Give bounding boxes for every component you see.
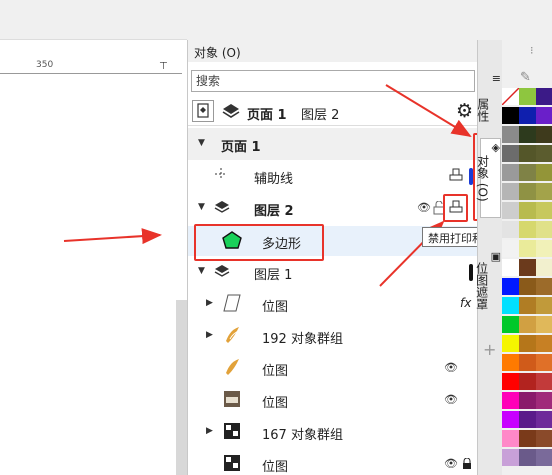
color-swatch[interactable] [519, 316, 536, 333]
color-swatch[interactable] [502, 221, 519, 238]
color-swatch[interactable] [519, 240, 536, 257]
color-swatch[interactable] [502, 449, 519, 466]
color-swatch[interactable] [519, 202, 536, 219]
color-swatch[interactable] [519, 183, 536, 200]
color-swatch[interactable] [536, 297, 552, 314]
color-swatch[interactable] [519, 373, 536, 390]
color-swatch[interactable] [536, 316, 552, 333]
mask-icon: ▣ [490, 250, 501, 263]
color-swatch[interactable] [502, 183, 519, 200]
color-swatch[interactable] [519, 430, 536, 447]
color-swatch[interactable] [502, 126, 519, 143]
color-swatch[interactable] [536, 278, 552, 295]
color-swatch[interactable] [536, 240, 552, 257]
color-swatch[interactable] [536, 107, 552, 124]
color-swatch[interactable] [502, 392, 519, 409]
color-swatch[interactable] [502, 164, 519, 181]
color-swatch[interactable] [502, 430, 519, 447]
color-swatch[interactable] [519, 392, 536, 409]
color-swatch[interactable] [536, 221, 552, 238]
eyedropper-icon[interactable]: ✎ [520, 70, 531, 85]
color-swatch[interactable] [536, 430, 552, 447]
color-swatch[interactable] [502, 145, 519, 162]
color-swatch[interactable] [519, 411, 536, 428]
add-docker-icon[interactable]: + [483, 340, 496, 359]
color-swatch[interactable] [536, 88, 552, 105]
app-window: 350 ⊤ 对象 (O) 页面 1 图层 2 ⚙ [0, 0, 552, 475]
color-swatch[interactable] [519, 297, 536, 314]
color-swatch[interactable] [536, 183, 552, 200]
color-swatch[interactable] [502, 107, 519, 124]
color-swatch[interactable] [502, 411, 519, 428]
color-swatch[interactable] [536, 335, 552, 352]
tab-objects[interactable]: ◈ 对象 (O) [476, 138, 501, 218]
color-swatch[interactable] [502, 240, 519, 257]
color-swatch[interactable] [536, 373, 552, 390]
color-swatch[interactable] [536, 411, 552, 428]
color-swatch[interactable] [519, 335, 536, 352]
layers-icon: ◈ [491, 141, 500, 154]
color-swatch[interactable] [536, 145, 552, 162]
docker-tabs: ≡ 属性 ◈ 对象 (O) ▣ 位图遮罩 [475, 40, 502, 475]
color-swatch[interactable] [502, 297, 519, 314]
color-swatch[interactable] [519, 354, 536, 371]
color-swatch[interactable] [536, 392, 552, 409]
color-swatch[interactable] [502, 373, 519, 390]
color-swatch[interactable] [502, 202, 519, 219]
color-swatch[interactable] [519, 164, 536, 181]
color-swatch[interactable] [519, 278, 536, 295]
color-swatch[interactable] [519, 449, 536, 466]
color-swatch[interactable] [536, 449, 552, 466]
color-swatch[interactable] [536, 126, 552, 143]
color-swatch[interactable] [519, 126, 536, 143]
color-swatch[interactable] [536, 259, 552, 276]
color-swatch[interactable] [502, 278, 519, 295]
tab-bitmap-mask[interactable]: ▣ 位图遮罩 [475, 248, 501, 323]
properties-icon: ≡ [491, 72, 501, 85]
color-swatch[interactable] [502, 316, 519, 333]
color-swatch[interactable] [502, 335, 519, 352]
color-swatch[interactable] [519, 145, 536, 162]
color-swatch[interactable] [536, 354, 552, 371]
color-swatch[interactable] [536, 164, 552, 181]
color-swatch[interactable] [502, 259, 519, 276]
color-swatch[interactable] [501, 87, 520, 106]
color-swatch[interactable] [502, 354, 519, 371]
color-swatch[interactable] [519, 88, 536, 105]
color-swatch[interactable] [519, 221, 536, 238]
color-swatch[interactable] [519, 107, 536, 124]
color-swatch[interactable] [536, 202, 552, 219]
color-palette [501, 40, 552, 475]
color-swatch[interactable] [519, 259, 536, 276]
palette-scroll-icon[interactable]: ⁝ [530, 44, 534, 57]
